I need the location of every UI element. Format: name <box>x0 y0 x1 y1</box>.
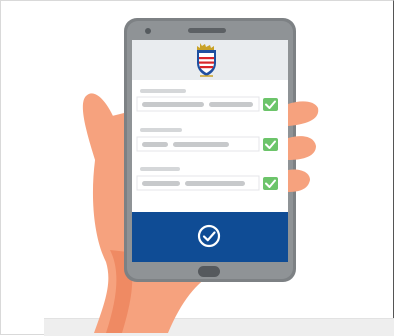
check-icon <box>263 138 278 151</box>
phone-form-illustration <box>82 18 319 333</box>
finger-1 <box>288 101 319 126</box>
finger-2 <box>288 136 316 160</box>
front-camera <box>145 28 151 34</box>
finger-3 <box>288 169 310 192</box>
hessen-coat-of-arms-icon <box>197 43 216 77</box>
check-icon <box>263 177 278 190</box>
speaker-grille <box>188 28 226 33</box>
check-icon <box>263 98 278 111</box>
home-button <box>198 266 220 277</box>
